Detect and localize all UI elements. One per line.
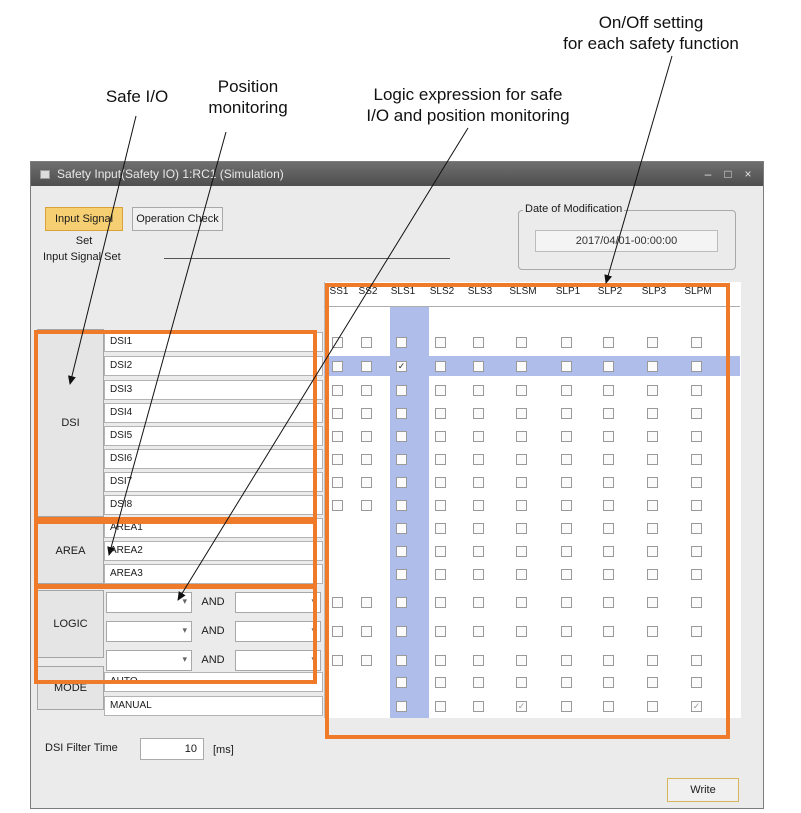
section-divider: [164, 258, 450, 259]
annotation-position-monitoring: Position monitoring: [188, 76, 308, 118]
window-title: Safety Input(Safety IO) 1:RC1 (Simulatio…: [57, 167, 284, 181]
annotation-logic-line2: I/O and position monitoring: [366, 106, 570, 125]
annotation-onoff-line1: On/Off setting: [598, 13, 704, 32]
position-highlight-box: [34, 517, 317, 589]
operation-check-button[interactable]: Operation Check: [132, 207, 223, 231]
annotation-logic-line1: Logic expression for safe: [373, 85, 563, 104]
window-icon: [40, 170, 50, 179]
filter-time-unit: [ms]: [213, 744, 234, 756]
write-button[interactable]: Write: [667, 778, 739, 802]
filter-time-input[interactable]: 10: [140, 738, 204, 760]
onoff-highlight-box: [325, 283, 730, 739]
close-icon[interactable]: ×: [741, 162, 755, 186]
input-signal-set-button[interactable]: Input Signal Set: [45, 207, 123, 247]
logic-highlight-box: [34, 584, 317, 684]
title-bar[interactable]: Safety Input(Safety IO) 1:RC1 (Simulatio…: [31, 162, 763, 186]
minimize-icon[interactable]: –: [701, 162, 715, 186]
mode-manual-label: MANUAL: [104, 696, 323, 716]
annotation-safe-io: Safe I/O: [105, 87, 169, 106]
modification-date-field: 2017/04/01-00:00:00: [535, 230, 718, 252]
safe-io-highlight-box: [34, 330, 317, 524]
maximize-icon[interactable]: □: [721, 162, 735, 186]
annotation-onoff-line2: for each safety function: [563, 34, 739, 53]
annotation-logic-expression: Logic expression for safe I/O and positi…: [318, 84, 618, 126]
annotation-position-line2: monitoring: [208, 98, 288, 117]
annotation-onoff-setting: On/Off setting for each safety function: [516, 12, 786, 54]
annotation-position-line1: Position: [217, 77, 279, 96]
filter-time-label: DSI Filter Time: [45, 742, 118, 754]
section-label: Input Signal Set: [43, 251, 121, 263]
modification-legend: Date of Modification: [523, 203, 625, 215]
